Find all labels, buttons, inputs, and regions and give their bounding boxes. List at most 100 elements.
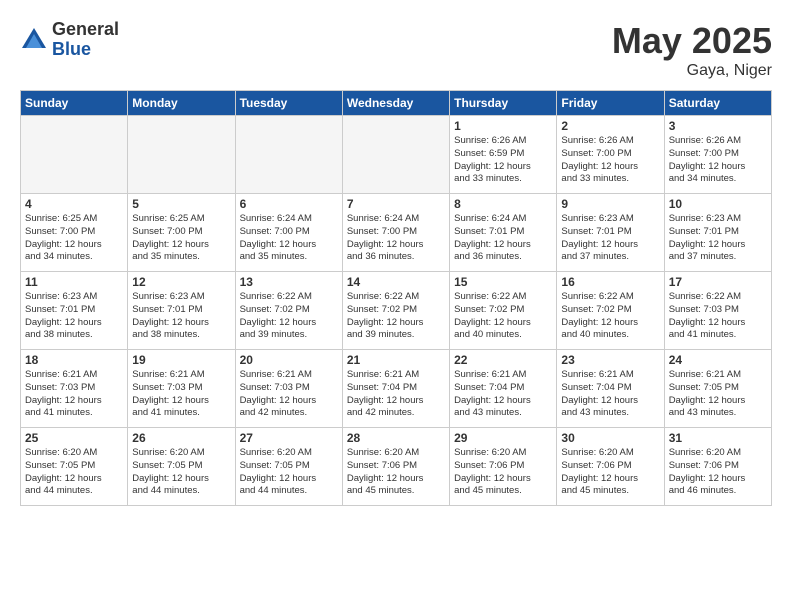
day-number: 20 (240, 353, 338, 367)
day-info-line: Sunrise: 6:21 AM (669, 369, 767, 382)
day-info-line: Daylight: 12 hours (25, 239, 123, 252)
day-info-line: Daylight: 12 hours (347, 395, 445, 408)
day-info-line: and 42 minutes. (347, 407, 445, 420)
day-info-line: Sunrise: 6:21 AM (132, 369, 230, 382)
day-info-line: Sunset: 7:02 PM (347, 304, 445, 317)
location: Gaya, Niger (612, 62, 772, 80)
day-number: 25 (25, 431, 123, 445)
logo-text: General Blue (52, 20, 119, 60)
calendar-cell: 21Sunrise: 6:21 AMSunset: 7:04 PMDayligh… (342, 350, 449, 428)
day-number: 13 (240, 275, 338, 289)
day-info-line: and 44 minutes. (240, 485, 338, 498)
calendar-cell: 17 Sunrise: 6:22 AMSunset: 7:03 PMDayligh… (664, 272, 771, 350)
day-number: 15 (454, 275, 552, 289)
day-info: Sunrise: 6:24 AMSunset: 7:01 PMDaylight:… (454, 213, 552, 264)
day-info: Sunrise: 6:26 AMSunset: 6:59 PMDaylight:… (454, 135, 552, 186)
day-info-line: Daylight: 12 hours (454, 473, 552, 486)
day-number: 8 (454, 197, 552, 211)
day-info-line: Sunset: 7:03 PM (240, 382, 338, 395)
day-info-line: and 41 minutes. (669, 329, 767, 342)
day-info-line: and 44 minutes. (132, 485, 230, 498)
day-info-line: Daylight: 12 hours (561, 395, 659, 408)
calendar-cell (342, 116, 449, 194)
calendar-cell (21, 116, 128, 194)
day-info-line: Daylight: 12 hours (454, 395, 552, 408)
day-number: 3 (669, 119, 767, 133)
logo: General Blue (20, 20, 119, 60)
weekday-header: Tuesday (235, 91, 342, 116)
calendar-cell: 30Sunrise: 6:20 AMSunset: 7:06 PMDayligh… (557, 428, 664, 506)
day-info-line: Daylight: 12 hours (132, 473, 230, 486)
day-info-line: and 43 minutes. (561, 407, 659, 420)
day-info-line: and 35 minutes. (240, 251, 338, 264)
day-info-line: Daylight: 12 hours (454, 161, 552, 174)
day-number: 27 (240, 431, 338, 445)
day-info-line: Sunrise: 6:20 AM (25, 447, 123, 460)
day-number: 17 (669, 275, 767, 289)
day-info-line: and 33 minutes. (454, 173, 552, 186)
day-info-line: Sunset: 7:01 PM (561, 226, 659, 239)
calendar-cell: 16Sunrise: 6:22 AMSunset: 7:02 PMDayligh… (557, 272, 664, 350)
day-info-line: Sunrise: 6:26 AM (454, 135, 552, 148)
day-number: 16 (561, 275, 659, 289)
day-info: Sunrise: 6:22 AMSunset: 7:03 PMDaylight:… (669, 291, 767, 342)
calendar-cell: 4 Sunrise: 6:25 AMSunset: 7:00 PMDaylight… (21, 194, 128, 272)
weekday-header: Saturday (664, 91, 771, 116)
day-info-line: and 39 minutes. (347, 329, 445, 342)
day-number: 4 (25, 197, 123, 211)
day-info-line: Sunrise: 6:24 AM (240, 213, 338, 226)
day-info-line: Daylight: 12 hours (132, 239, 230, 252)
day-info-line: Sunset: 7:06 PM (347, 460, 445, 473)
day-number: 26 (132, 431, 230, 445)
day-info-line: Sunrise: 6:24 AM (347, 213, 445, 226)
calendar-week-row: 18Sunrise: 6:21 AMSunset: 7:03 PMDayligh… (21, 350, 772, 428)
day-info: Sunrise: 6:23 AMSunset: 7:01 PMDaylight:… (561, 213, 659, 264)
day-number: 31 (669, 431, 767, 445)
calendar-cell: 7Sunrise: 6:24 AMSunset: 7:00 PMDaylight… (342, 194, 449, 272)
day-info-line: and 43 minutes. (669, 407, 767, 420)
day-info: Sunrise: 6:21 AMSunset: 7:03 PMDaylight:… (25, 369, 123, 420)
day-info-line: Sunrise: 6:20 AM (454, 447, 552, 460)
day-number: 12 (132, 275, 230, 289)
calendar-cell: 18Sunrise: 6:21 AMSunset: 7:03 PMDayligh… (21, 350, 128, 428)
day-info-line: Daylight: 12 hours (561, 473, 659, 486)
day-info-line: Daylight: 12 hours (240, 395, 338, 408)
day-info-line: Sunset: 7:05 PM (25, 460, 123, 473)
calendar-week-row: 4 Sunrise: 6:25 AMSunset: 7:00 PMDaylight… (21, 194, 772, 272)
calendar-cell: 1Sunrise: 6:26 AMSunset: 6:59 PMDaylight… (450, 116, 557, 194)
calendar-cell: 22Sunrise: 6:21 AMSunset: 7:04 PMDayligh… (450, 350, 557, 428)
day-info-line: Sunrise: 6:26 AM (561, 135, 659, 148)
day-info-line: Daylight: 12 hours (25, 473, 123, 486)
calendar-cell: 11Sunrise: 6:23 AMSunset: 7:01 PMDayligh… (21, 272, 128, 350)
day-info-line: Sunset: 7:05 PM (240, 460, 338, 473)
day-info: Sunrise: 6:22 AMSunset: 7:02 PMDaylight:… (347, 291, 445, 342)
day-info-line: Daylight: 12 hours (25, 317, 123, 330)
day-info: Sunrise: 6:20 AMSunset: 7:06 PMDaylight:… (669, 447, 767, 498)
calendar-cell: 12 Sunrise: 6:23 AMSunset: 7:01 PMDayligh… (128, 272, 235, 350)
day-number: 2 (561, 119, 659, 133)
day-number: 10 (669, 197, 767, 211)
day-info-line: and 43 minutes. (454, 407, 552, 420)
day-info-line: and 34 minutes. (669, 173, 767, 186)
day-info-line: Daylight: 12 hours (240, 317, 338, 330)
day-info-line: Sunset: 7:06 PM (669, 460, 767, 473)
day-info-line: Sunset: 7:05 PM (669, 382, 767, 395)
day-info-line: Sunset: 7:06 PM (561, 460, 659, 473)
day-info: Sunrise: 6:20 AMSunset: 7:05 PMDaylight:… (25, 447, 123, 498)
day-info: Sunrise: 6:26 AMSunset: 7:00 PMDaylight:… (561, 135, 659, 186)
day-info: Sunrise: 6:25 AMSunset: 7:00 PMDaylight:… (25, 213, 123, 264)
day-info-line: Sunset: 7:01 PM (132, 304, 230, 317)
day-info-line: and 45 minutes. (347, 485, 445, 498)
day-info: Sunrise: 6:26 AMSunset: 7:00 PMDaylight:… (669, 135, 767, 186)
day-number: 30 (561, 431, 659, 445)
calendar-cell: 15Sunrise: 6:22 AMSunset: 7:02 PMDayligh… (450, 272, 557, 350)
day-info-line: Sunrise: 6:22 AM (561, 291, 659, 304)
day-number: 11 (25, 275, 123, 289)
day-info: Sunrise: 6:23 AMSunset: 7:01 PMDaylight:… (132, 291, 230, 342)
logo-blue: Blue (52, 40, 119, 60)
day-info-line: Daylight: 12 hours (240, 239, 338, 252)
day-info-line: Sunset: 7:01 PM (454, 226, 552, 239)
calendar-week-row: 25Sunrise: 6:20 AMSunset: 7:05 PMDayligh… (21, 428, 772, 506)
day-info-line: Daylight: 12 hours (561, 317, 659, 330)
day-info-line: and 33 minutes. (561, 173, 659, 186)
